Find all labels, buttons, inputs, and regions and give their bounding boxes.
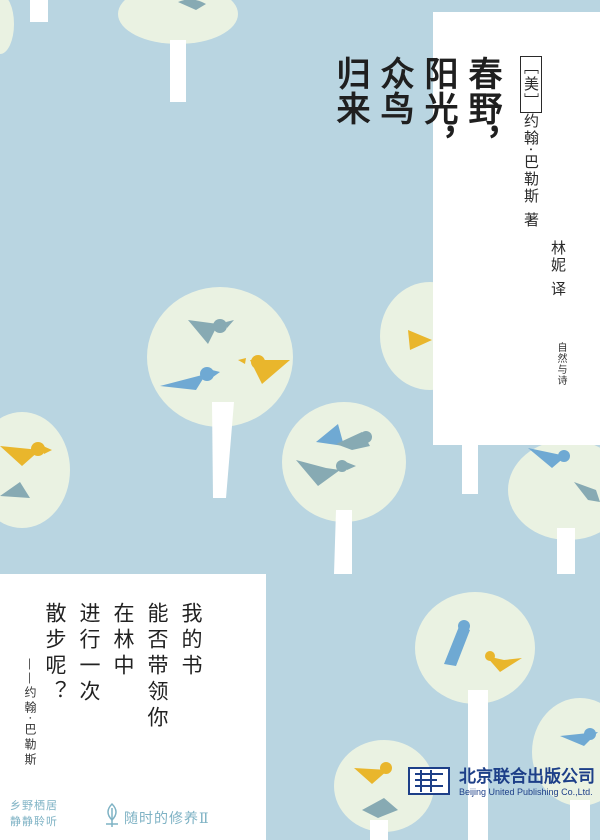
quote-dash: ——: [23, 658, 37, 686]
translator-role: 译: [549, 280, 567, 298]
leaf-icon: [106, 802, 118, 827]
tagline-line-2: 静静聆听: [10, 815, 58, 828]
publisher-logo-icon: [408, 767, 450, 795]
author-origin: ［美］: [520, 56, 542, 113]
footer-series: 随时的修养Ⅱ: [124, 811, 210, 827]
tagline-line-1: 乡野栖居: [10, 799, 58, 812]
author-credit: ［美］约翰·巴勒斯 著: [520, 56, 542, 229]
translator-credit: 林妮 译: [548, 240, 568, 298]
author-name: 约翰·巴勒斯: [522, 113, 540, 205]
quote-author: 约翰·巴勒斯: [23, 686, 37, 768]
title-panel: 春野， 阳光， 众鸟 归来 ［美］约翰·巴勒斯 著 林妮 译 自然与诗: [330, 12, 600, 445]
translator-name: 林妮: [549, 240, 567, 274]
series-name: 自然与诗: [555, 342, 566, 386]
quote-attribution: ——约翰·巴勒斯: [22, 658, 38, 768]
author-role: 著: [522, 211, 540, 229]
tree-top-left: [30, 0, 48, 22]
publisher-name: 北京联合出版公司: [459, 767, 595, 787]
publisher-name-en: Beijing United Publishing Co.,Ltd.: [459, 787, 593, 797]
footer-tagline: 乡野栖居 静静聆听: [10, 798, 58, 830]
book-title: 春野， 阳光， 众鸟 归来: [330, 56, 502, 161]
quote-text: 我的书 能否带领你 在林中 进行一次 散步呢？: [43, 602, 203, 732]
